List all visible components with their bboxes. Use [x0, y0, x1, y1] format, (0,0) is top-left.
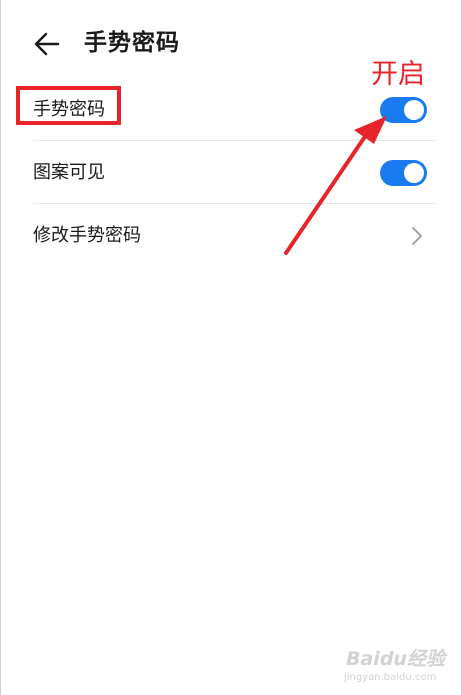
toggle-knob	[404, 99, 424, 120]
watermark-brand: Baidu经验	[346, 648, 445, 670]
change-gesture-password-label: 修改手势密码	[33, 224, 141, 246]
chevron-right-icon	[412, 226, 422, 245]
page-title: 手势密码	[84, 30, 180, 56]
pattern-visible-label: 图案可见	[33, 161, 105, 183]
arrow-left-icon	[34, 32, 60, 56]
back-button[interactable]	[28, 26, 64, 62]
annotation-highlight-box	[16, 86, 121, 125]
annotation-label: 开启	[371, 59, 425, 90]
watermark-domain: jingyan.baidu.com	[344, 672, 437, 683]
toggle-knob	[404, 162, 424, 183]
annotation-arrow-icon	[284, 116, 387, 255]
watermark: Baidu经验 jingyan.baidu.com	[340, 644, 450, 690]
